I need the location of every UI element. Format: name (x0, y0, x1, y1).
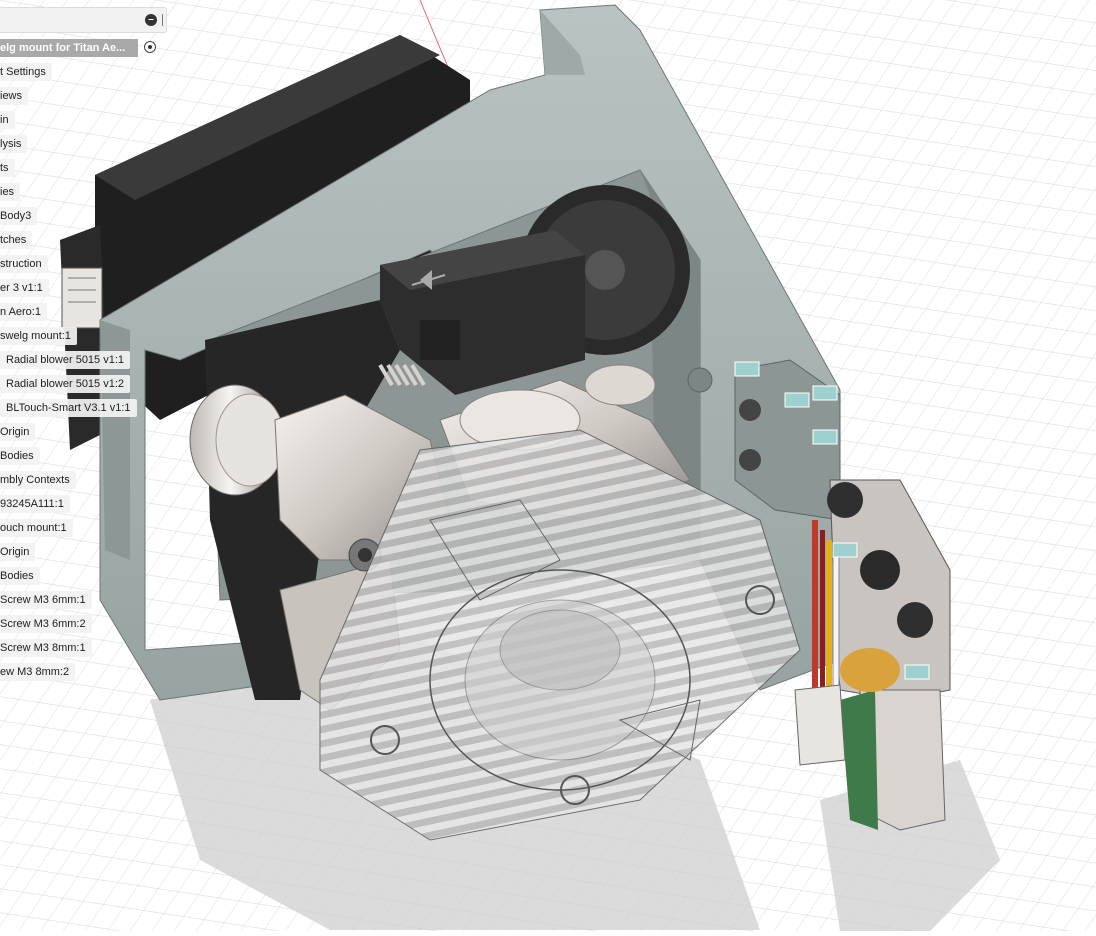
browser-item[interactable]: ts (0, 159, 15, 177)
browser-item[interactable]: Screw M3 6mm:1 (0, 591, 92, 609)
browser-item-label: ts (0, 162, 9, 174)
browser-item[interactable]: tches (0, 231, 33, 249)
browser-item[interactable]: BLTouch-Smart V3.1 v1:1 (0, 399, 137, 417)
browser-item-label: tches (0, 234, 27, 246)
browser-item-label: Screw M3 6mm:2 (0, 618, 86, 630)
browser-item[interactable]: Radial blower 5015 v1:2 (0, 375, 131, 393)
browser-item[interactable]: swelg mount:1 (0, 327, 77, 345)
browser-item[interactable]: er 3 v1:1 (0, 279, 49, 297)
browser-item[interactable]: Bodies (0, 567, 40, 585)
browser-item-label: Bodies (0, 570, 34, 582)
browser-item[interactable]: iews (0, 87, 29, 105)
browser-header: – (0, 7, 167, 33)
browser-item[interactable]: ies (0, 183, 21, 201)
browser-item-label: iews (0, 90, 23, 102)
radio-dot-icon[interactable] (144, 41, 156, 53)
minus-circle-icon[interactable]: – (145, 14, 157, 26)
browser-item-label: Radial blower 5015 v1:2 (6, 378, 125, 390)
browser-panel: – elg mount for Titan Ae... t Settings i… (0, 0, 170, 700)
browser-item-label: ies (0, 186, 15, 198)
browser-item-label: struction (0, 258, 42, 270)
browser-item[interactable]: Radial blower 5015 v1:1 (0, 351, 131, 369)
browser-item-label: mbly Contexts (0, 474, 70, 486)
browser-item-label: n Aero:1 (0, 306, 41, 318)
browser-item-label: Radial blower 5015 v1:1 (6, 354, 125, 366)
browser-item[interactable]: ew M3 8mm:2 (0, 663, 76, 681)
browser-item-label: Origin (0, 546, 30, 558)
browser-item-label: Bodies (0, 450, 34, 462)
browser-item-label: t Settings (0, 66, 46, 78)
browser-root-label: elg mount for Titan Ae... (0, 42, 126, 54)
browser-item[interactable]: Screw M3 8mm:1 (0, 639, 92, 657)
browser-item-label: Origin (0, 426, 30, 438)
browser-item-label: Body3 (0, 210, 32, 222)
browser-item[interactable]: Origin (0, 423, 36, 441)
browser-item-label: Screw M3 8mm:1 (0, 642, 86, 654)
browser-item[interactable]: Origin (0, 543, 36, 561)
browser-item[interactable]: 93245A111:1 (0, 495, 70, 513)
browser-item-label: er 3 v1:1 (0, 282, 43, 294)
browser-item[interactable]: struction (0, 255, 48, 273)
browser-item-label: Screw M3 6mm:1 (0, 594, 86, 606)
browser-root-component[interactable]: elg mount for Titan Ae... (0, 39, 138, 57)
browser-item-label: BLTouch-Smart V3.1 v1:1 (6, 402, 131, 414)
browser-item[interactable]: ouch mount:1 (0, 519, 73, 537)
browser-item[interactable]: mbly Contexts (0, 471, 76, 489)
browser-item-label: swelg mount:1 (0, 330, 71, 342)
browser-item[interactable]: n Aero:1 (0, 303, 47, 321)
browser-item-label: ew M3 8mm:2 (0, 666, 70, 678)
browser-item-label: in (0, 114, 9, 126)
browser-item[interactable]: Body3 (0, 207, 38, 225)
browser-item[interactable]: t Settings (0, 63, 52, 81)
browser-item-label: 93245A111:1 (0, 498, 64, 510)
browser-item-label: lysis (0, 138, 22, 150)
browser-item[interactable]: lysis (0, 135, 28, 153)
browser-item[interactable]: in (0, 111, 15, 129)
browser-item[interactable]: Bodies (0, 447, 40, 465)
browser-item[interactable]: Screw M3 6mm:2 (0, 615, 92, 633)
panel-grip-icon[interactable] (162, 14, 163, 26)
browser-item-label: ouch mount:1 (0, 522, 67, 534)
